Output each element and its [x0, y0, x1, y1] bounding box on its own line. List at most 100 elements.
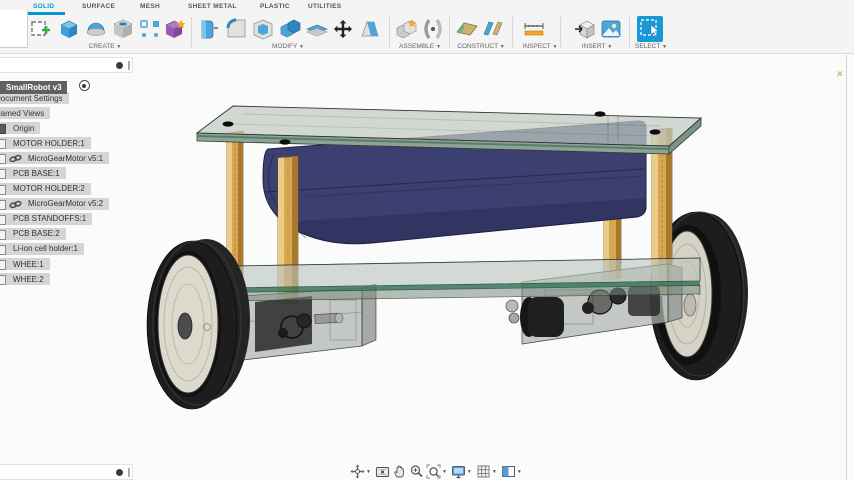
look-at-icon[interactable]	[374, 464, 391, 480]
group-separator	[389, 17, 390, 47]
measure-icon[interactable]	[519, 16, 549, 42]
component-icon	[0, 260, 6, 271]
fillet-icon[interactable]	[223, 16, 249, 42]
orbit-caret[interactable]: ▼	[366, 469, 371, 475]
browser-root-label[interactable]: SmallRobot v3	[0, 81, 67, 94]
viewports-caret[interactable]: ▼	[517, 469, 522, 475]
group-separator	[512, 17, 513, 47]
slider-handle[interactable]	[116, 469, 123, 476]
create-form-icon[interactable]	[162, 16, 188, 42]
browser-root-row[interactable]: SmallRobot v3	[0, 77, 91, 94]
active-tab-underline	[28, 12, 65, 15]
tab-mesh[interactable]: MESH	[140, 3, 160, 10]
browser-item-label: MOTOR HOLDER:2	[13, 184, 85, 194]
construct-group-label[interactable]: CONSTRUCT ▼	[452, 43, 510, 50]
canvas-icon[interactable]	[598, 16, 624, 42]
combine-icon[interactable]	[277, 16, 303, 42]
browser-item[interactable]: WHEE:2	[0, 273, 109, 288]
browser-item-label: Document Settings	[0, 93, 63, 103]
select-group-label[interactable]: SELECT ▼	[626, 43, 676, 50]
constraint-marker-x: ✕	[836, 69, 844, 79]
hole-icon[interactable]	[110, 16, 136, 42]
browser-item-label: PCB STANDOFFS:1	[13, 214, 87, 224]
component-icon	[0, 169, 6, 180]
insert-mesh-icon[interactable]	[572, 16, 598, 42]
browser-item[interactable]: WHEE:1	[0, 258, 109, 273]
browser-item[interactable]: Document Settings	[0, 92, 109, 107]
data-panel-stub[interactable]	[0, 10, 28, 48]
assemble-group-label[interactable]: ASSEMBLE ▼	[394, 43, 446, 50]
grid-snap-icon[interactable]	[475, 464, 492, 480]
browser-tree: Document Settings Named Views Origin MOTOR …	[0, 92, 110, 288]
browser-item[interactable]: PCB BASE:1	[0, 167, 109, 182]
browser-item[interactable]: Origin	[0, 122, 109, 137]
browser-item-label: WHEE:2	[13, 274, 44, 284]
browser-bottom-slider[interactable]	[0, 464, 133, 480]
shell-icon[interactable]	[250, 16, 276, 42]
press-pull-icon[interactable]	[196, 16, 222, 42]
browser-item[interactable]: MicroGearMotor v5:1	[0, 152, 110, 167]
select-tool-icon[interactable]	[637, 16, 663, 42]
browser-item[interactable]: MOTOR HOLDER:2	[0, 182, 109, 198]
viewports-icon[interactable]	[500, 464, 517, 480]
orbit-icon[interactable]	[349, 464, 366, 480]
browser-item[interactable]: Li-ion cell holder:1	[0, 242, 109, 258]
tab-plastic[interactable]: PLASTIC	[260, 3, 290, 10]
fit-icon[interactable]	[425, 464, 442, 480]
tab-surface[interactable]: SURFACE	[82, 3, 115, 10]
linked-component-icon	[9, 200, 22, 209]
zoom-icon[interactable]	[408, 464, 425, 480]
insert-group-label[interactable]: INSERT ▼	[572, 43, 622, 50]
modify-group-label[interactable]: MODIFY ▼	[262, 43, 314, 50]
component-icon	[0, 275, 6, 286]
browser-item-label: Named Views	[0, 108, 45, 118]
display-settings-icon[interactable]	[450, 464, 467, 480]
browser-item[interactable]: MicroGearMotor v5:2	[0, 197, 110, 213]
extrude-icon[interactable]	[56, 16, 82, 42]
component-icon	[0, 199, 6, 210]
display-settings-caret[interactable]: ▼	[467, 469, 472, 475]
slider-tick	[128, 468, 130, 477]
activate-component-radio[interactable]	[79, 80, 91, 92]
browser-item-label: WHEE:1	[13, 259, 44, 269]
group-separator	[449, 17, 450, 47]
pattern-icon[interactable]	[137, 16, 163, 42]
new-component-icon[interactable]	[394, 16, 420, 42]
browser-item[interactable]: PCB STANDOFFS:1	[0, 212, 109, 228]
browser-item-label: Origin	[13, 123, 35, 133]
browser-item-label: PCB BASE:1	[13, 168, 60, 178]
browser-item-label: MicroGearMotor v5:1	[28, 153, 104, 163]
origin-icon	[0, 124, 6, 135]
tab-utilities[interactable]: UTILITIES	[308, 3, 341, 10]
create-group-label[interactable]: CREATE ▼	[80, 43, 130, 50]
pan-icon[interactable]	[391, 464, 408, 480]
thicken-icon[interactable]	[304, 16, 330, 42]
tab-solid[interactable]: SOLID	[33, 3, 54, 10]
fit-caret[interactable]: ▼	[442, 469, 447, 475]
revolve-icon[interactable]	[83, 16, 109, 42]
inspect-group-label[interactable]: INSPECT ▼	[515, 43, 565, 50]
browser-item[interactable]: PCB BASE:2	[0, 227, 109, 243]
browser-item-label: MicroGearMotor v5:2	[28, 199, 104, 209]
create-sketch-icon[interactable]	[28, 16, 54, 42]
joint-icon[interactable]	[420, 16, 446, 42]
component-icon	[0, 214, 6, 225]
draft-icon[interactable]	[357, 16, 383, 42]
construct-axis-icon[interactable]	[480, 16, 506, 42]
component-icon	[0, 244, 6, 255]
move-copy-icon[interactable]	[330, 16, 356, 42]
slider-tick	[128, 61, 130, 70]
browser-item[interactable]: Named Views	[0, 107, 109, 122]
construct-plane-icon[interactable]	[454, 16, 480, 42]
group-separator	[560, 17, 561, 47]
linked-component-icon	[9, 154, 22, 163]
tab-sheet-metal[interactable]: SHEET METAL	[188, 3, 237, 10]
viewport-right-border	[846, 55, 847, 480]
browser-item[interactable]: MOTOR HOLDER:1	[0, 137, 109, 152]
browser-top-slider[interactable]	[0, 57, 133, 73]
wheel-left	[146, 239, 250, 410]
fusion360-window: { "ribbon": { "accent": "#0696d7", "tabs…	[0, 0, 854, 480]
component-icon	[0, 229, 6, 240]
slider-handle[interactable]	[116, 62, 123, 69]
grid-snap-caret[interactable]: ▼	[492, 469, 497, 475]
